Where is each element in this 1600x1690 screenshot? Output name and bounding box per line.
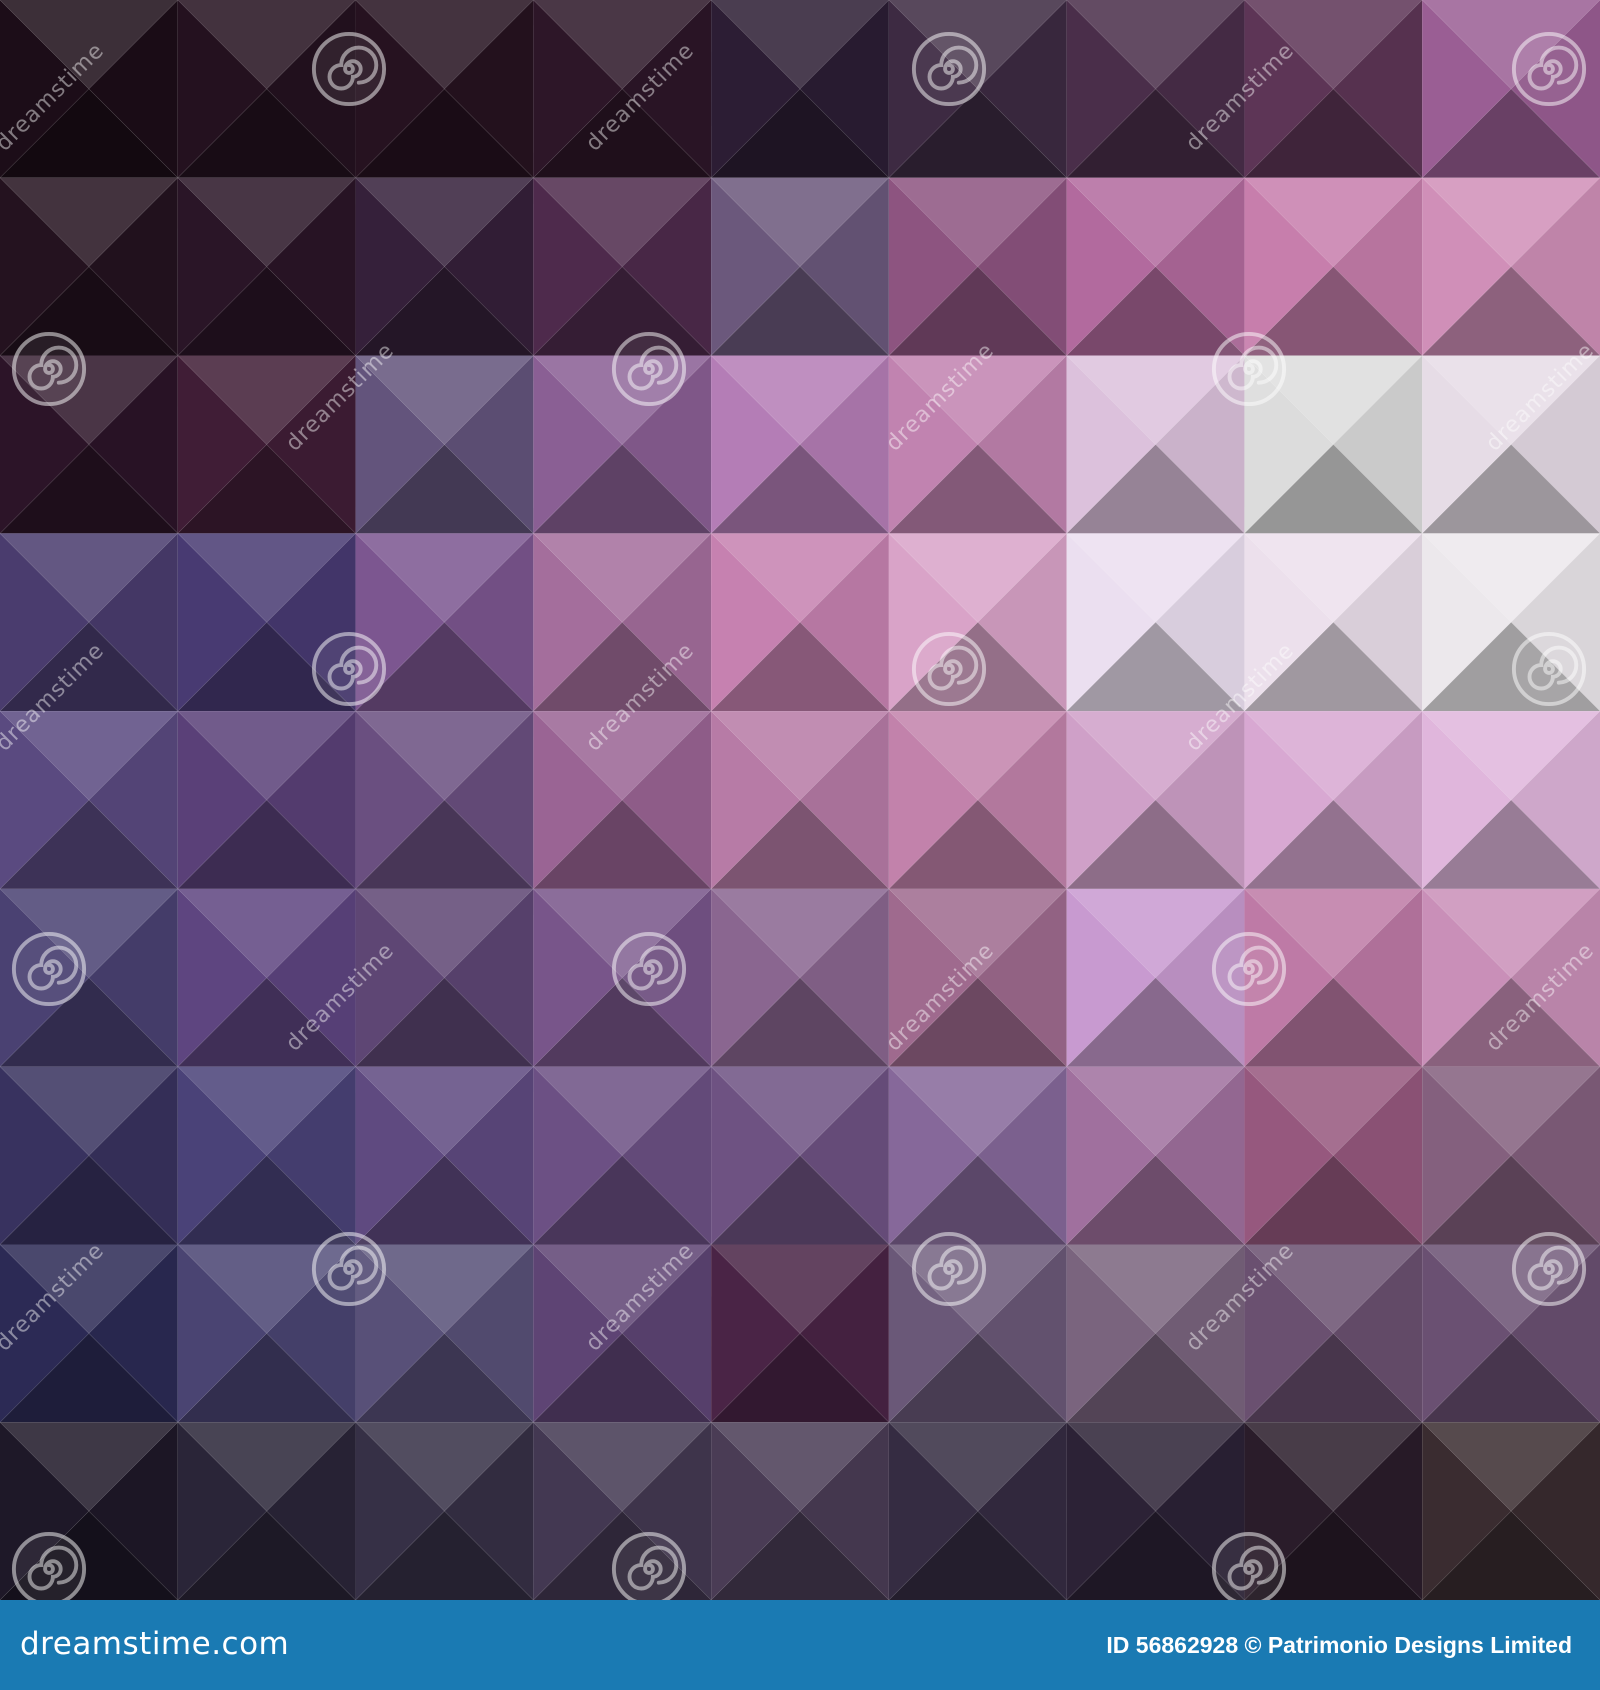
- footer-credit: ID 56862928 © Patrimonio Designs Limited: [1106, 1632, 1572, 1658]
- footer-bar: dreamstime.com ID 56862928 © Patrimonio …: [0, 1600, 1600, 1690]
- mosaic-background: [0, 0, 1600, 1600]
- footer-brand[interactable]: dreamstime.com: [20, 1626, 289, 1662]
